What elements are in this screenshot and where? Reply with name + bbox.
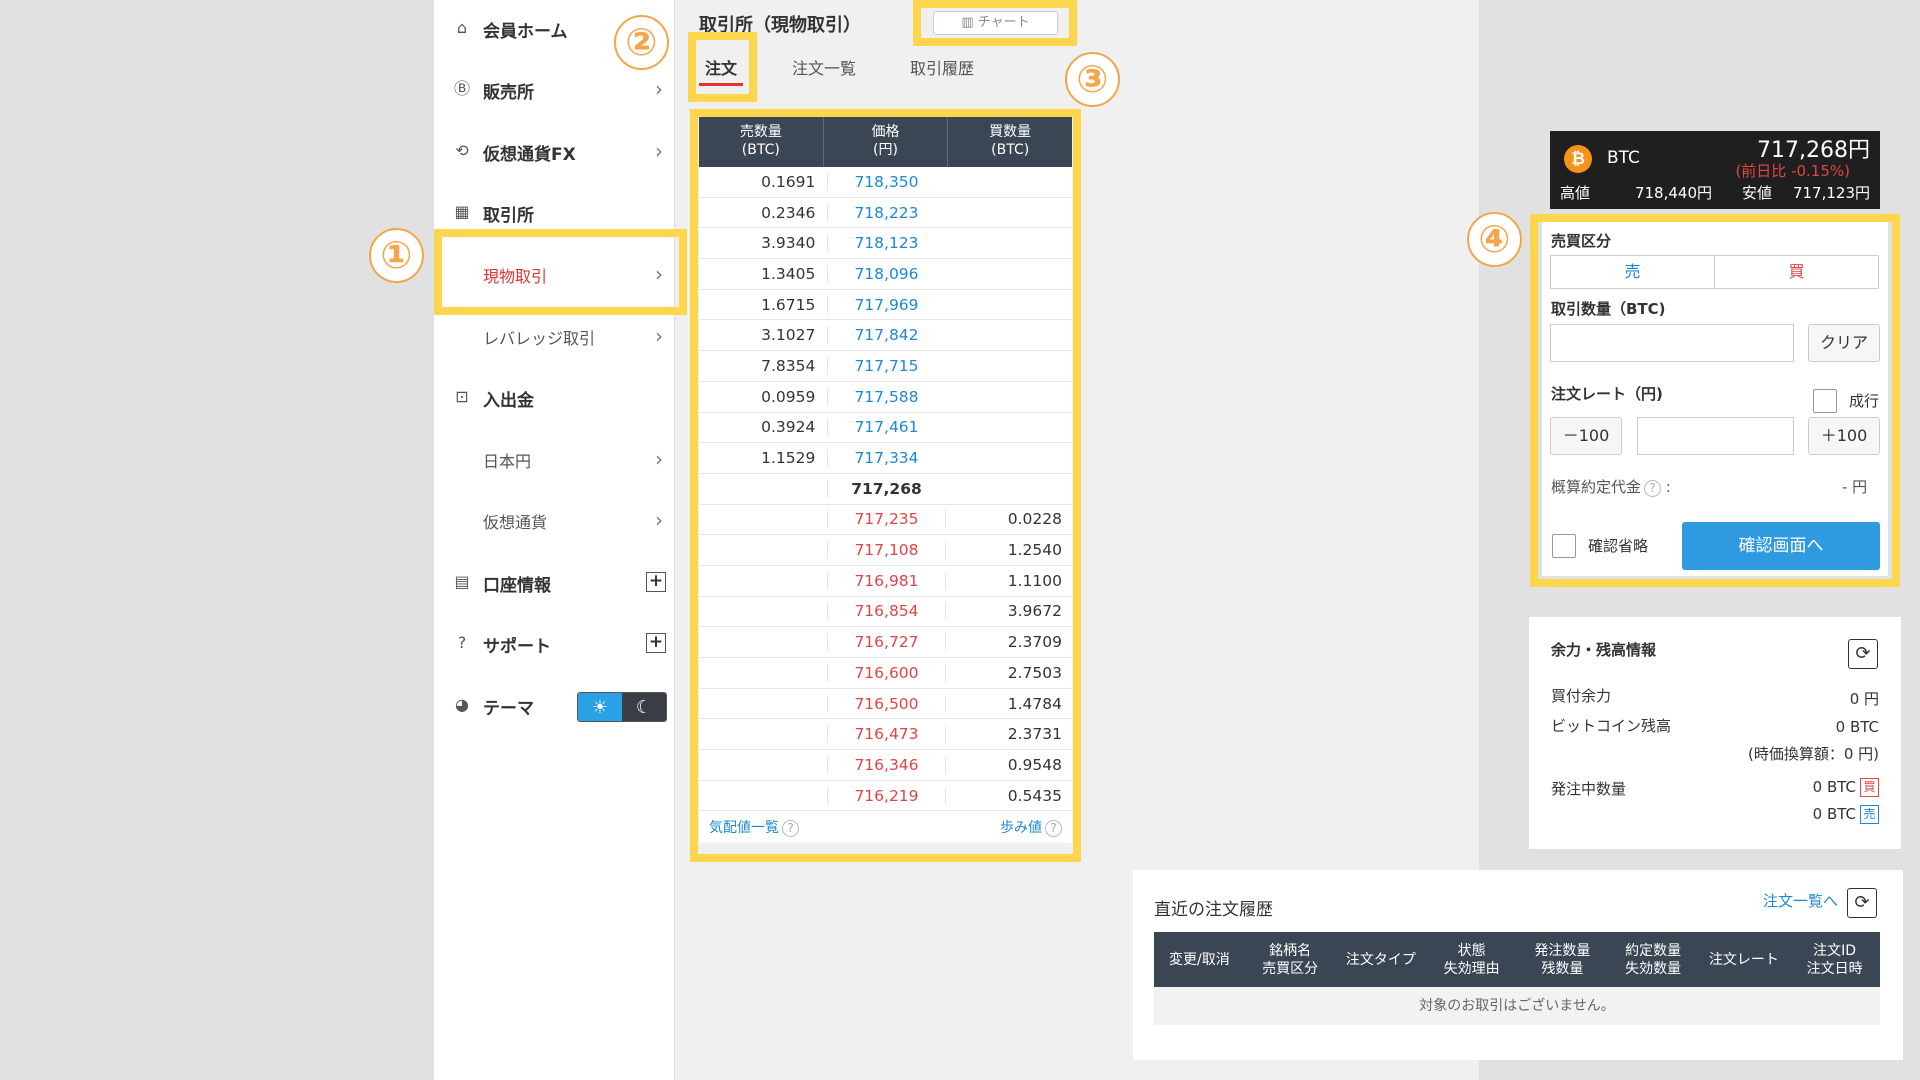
sidebar-item-theme: ◕ テーマ ☀ ☾ (434, 678, 675, 732)
chevron-right-icon: › (655, 324, 663, 348)
chevron-right-icon: › (655, 508, 663, 532)
recent-order-history: 直近の注文履歴 注文一覧へ ⟳ 変更/取消 銘柄名 売買区分 注文タイプ 状態 … (1133, 870, 1903, 1060)
sidebar-item-sales[interactable]: Ⓑ 販売所 › (434, 62, 675, 116)
column-header-modify: 変更/取消 (1169, 951, 1230, 968)
ticker-high-low: 高値 718,440円 安値 717,123円 (1560, 182, 1870, 203)
ticker-change: (前日比 -0.15%) (1735, 162, 1850, 180)
bank-transfer-icon: ⊡ (455, 387, 469, 406)
column-header-status: 状態 失効理由 (1443, 942, 1500, 977)
annotation-badge-4: ④ (1467, 212, 1522, 267)
highlight-box-order-form (1530, 214, 1900, 587)
moon-icon[interactable]: ☾ (622, 693, 666, 721)
column-header-order-id: 注文ID 注文日時 (1806, 942, 1863, 977)
chevron-right-icon: › (655, 447, 663, 471)
history-empty-message: 対象のお取引はございません。 (1154, 987, 1880, 1025)
expand-plus-icon[interactable]: + (646, 633, 666, 653)
buy-tag-icon: 買 (1860, 778, 1879, 797)
sidebar-item-account-info[interactable]: ▤ 口座情報 + (434, 555, 675, 609)
ticker-symbol: BTC (1607, 148, 1640, 168)
annotation-badge-2: ② (614, 15, 669, 70)
btc-balance-value: 0 BTC (1835, 718, 1879, 736)
sell-tag-icon: 売 (1860, 805, 1879, 824)
sidebar-item-leverage-trading[interactable]: レバレッジ取引 › (434, 309, 675, 363)
sidebar: ⌂ 会員ホーム › Ⓑ 販売所 › ⟲ 仮想通貨FX › ▦ 取引所 現物取引 … (434, 0, 675, 1080)
bitcoin-circle-icon: Ⓑ (453, 79, 470, 98)
low-value: 717,123円 (1792, 184, 1870, 202)
btc-balance-label: ビットコイン残高 (1551, 717, 1672, 735)
app-window: ⌂ 会員ホーム › Ⓑ 販売所 › ⟲ 仮想通貨FX › ▦ 取引所 現物取引 … (369, 0, 1903, 1080)
column-header-order-type: 注文タイプ (1345, 951, 1416, 968)
column-header-filled-qty: 約定数量 失効数量 (1625, 942, 1682, 977)
history-table-header: 変更/取消 銘柄名 売買区分 注文タイプ 状態 失効理由 発注数量 残数量 約定… (1154, 932, 1880, 987)
help-circle-icon: ? (457, 633, 467, 652)
sidebar-item-support[interactable]: ? サポート + (434, 616, 675, 670)
bitcoin-logo-icon: ₿ (1564, 145, 1592, 173)
refresh-icon[interactable]: ⟳ (1847, 888, 1877, 918)
column-header-symbol: 銘柄名 売買区分 (1262, 942, 1319, 977)
exchange-arrows-icon: ⟲ (455, 141, 469, 160)
history-title: 直近の注文履歴 (1154, 900, 1273, 920)
sidebar-item-fx[interactable]: ⟲ 仮想通貨FX › (434, 124, 675, 178)
annotation-badge-1: ① (369, 228, 424, 283)
pending-buy: 0 BTC 買 (1813, 778, 1879, 797)
price-ticker: ₿ BTC 717,268円 (前日比 -0.15%) 高値 718,440円 … (1550, 131, 1880, 209)
low-label: 安値 (1741, 184, 1772, 202)
balance-title: 余力・残高情報 (1551, 641, 1657, 659)
balance-panel: 余力・残高情報 ⟳ 買付余力 0 円 ビットコイン残高 0 BTC (時価換算額… (1529, 617, 1901, 849)
pending-sell: 0 BTC 売 (1813, 805, 1879, 824)
btc-valuation: (時価換算額：0 円) (1747, 745, 1879, 763)
high-value: 718,440円 (1634, 184, 1712, 202)
theme-toggle[interactable]: ☀ ☾ (577, 692, 667, 722)
expand-plus-icon[interactable]: + (646, 572, 666, 592)
buying-power-label: 買付余力 (1551, 687, 1612, 705)
refresh-icon[interactable]: ⟳ (1848, 639, 1878, 669)
highlight-box-order-book (690, 109, 1081, 862)
order-list-link[interactable]: 注文一覧へ (1763, 890, 1838, 911)
highlight-box-spot-trading (434, 229, 687, 315)
sidebar-item-crypto[interactable]: 仮想通貨 › (434, 493, 675, 547)
buying-power-value: 0 円 (1849, 690, 1879, 708)
tab-order-list[interactable]: 注文一覧 (792, 55, 856, 79)
sun-icon[interactable]: ☀ (578, 693, 622, 721)
palette-icon: ◕ (455, 695, 469, 714)
pending-label: 発注中数量 (1551, 780, 1627, 798)
sidebar-item-deposit-withdraw[interactable]: ⊡ 入出金 (434, 370, 675, 424)
column-header-order-qty: 発注数量 残数量 (1534, 942, 1591, 977)
id-card-icon: ▤ (454, 572, 470, 591)
column-header-order-rate: 注文レート (1708, 951, 1779, 968)
annotation-badge-3: ③ (1065, 52, 1120, 107)
chevron-right-icon: › (655, 139, 663, 163)
building-icon: ▦ (454, 202, 470, 221)
home-icon: ⌂ (456, 18, 468, 37)
high-label: 高値 (1560, 184, 1591, 202)
tab-trade-history[interactable]: 取引履歴 (910, 55, 974, 79)
highlight-box-chart-button (913, 0, 1077, 46)
sidebar-item-jpy[interactable]: 日本円 › (434, 432, 675, 486)
chevron-right-icon: › (655, 77, 663, 101)
highlight-box-order-tab (688, 32, 757, 102)
